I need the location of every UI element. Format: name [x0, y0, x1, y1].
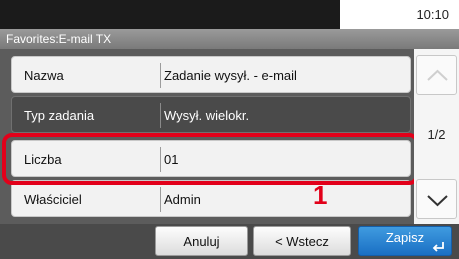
row-value: Zadanie wysył. - e-mail: [164, 68, 297, 83]
callout-number: 1: [313, 180, 328, 210]
row-wlasciciel[interactable]: Właściciel Admin: [11, 180, 411, 217]
highlight-frame: [2, 133, 419, 185]
status-bar-dark-area: [0, 0, 340, 29]
row-typ-zadania: Typ zadania Wysył. wielokr.: [11, 96, 411, 133]
chevron-up-icon: [427, 69, 448, 81]
footer-bar: Anuluj < Wstecz Zapisz: [0, 224, 459, 259]
divider: [160, 103, 161, 128]
save-button[interactable]: Zapisz: [358, 226, 452, 256]
scroll-panel: 1/2: [414, 49, 459, 224]
row-value: Admin: [164, 192, 201, 207]
clock: 10:10: [416, 7, 449, 22]
back-button[interactable]: < Wstecz: [253, 226, 351, 256]
scroll-down-button[interactable]: [416, 179, 457, 219]
cancel-button[interactable]: Anuluj: [155, 226, 248, 256]
page-title: Favorites:E-mail TX: [0, 29, 459, 49]
status-bar: 10:10: [0, 0, 459, 29]
chevron-down-icon: [427, 195, 448, 207]
divider: [160, 63, 161, 88]
row-label: Typ zadania: [24, 108, 95, 123]
row-label: Właściciel: [24, 192, 82, 207]
page-indicator: 1/2: [427, 127, 446, 142]
scroll-up-button[interactable]: [416, 55, 457, 95]
row-value: Wysył. wielokr.: [164, 108, 250, 123]
enter-icon: [432, 242, 444, 252]
divider: [160, 187, 161, 212]
row-nazwa[interactable]: Nazwa Zadanie wysył. - e-mail: [11, 56, 411, 93]
row-label: Nazwa: [24, 68, 64, 83]
